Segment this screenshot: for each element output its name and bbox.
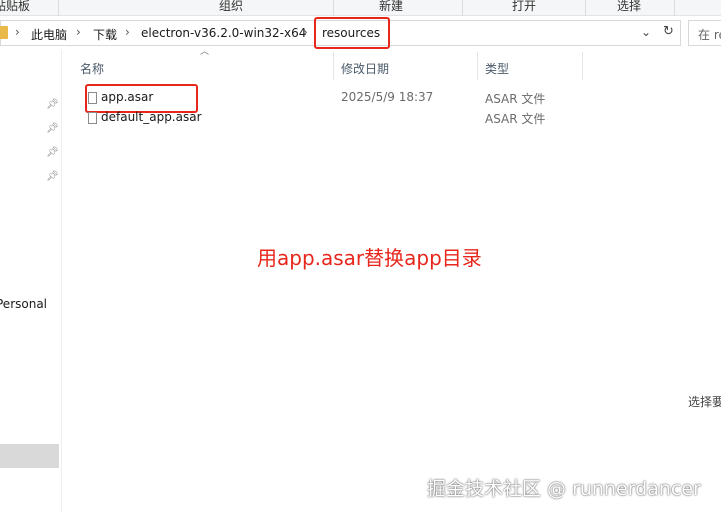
file-name-default-app-asar[interactable]: default_app.asar (101, 110, 202, 124)
chevron-right-icon[interactable]: › (76, 25, 81, 39)
breadcrumb-downloads[interactable]: 下载 (93, 26, 117, 43)
file-type: ASAR 文件 (485, 112, 546, 126)
ribbon-divider (58, 0, 59, 16)
chevron-right-icon: › (15, 25, 20, 39)
pin-icon: 📌︎ (46, 147, 59, 158)
watermark: 掘金技术社区 @ runnerdancer (427, 478, 701, 500)
breadcrumb-electron-folder[interactable]: electron-v36.2.0-win32-x64 (141, 26, 306, 40)
column-header-modified[interactable]: 修改日期 (341, 60, 389, 77)
column-header-name[interactable]: 名称 (80, 60, 104, 77)
search-placeholder: 在 re (698, 28, 721, 42)
ribbon-group-organize: 组织 (219, 0, 244, 13)
breadcrumb-this-pc[interactable]: 此电脑 (31, 26, 67, 43)
sort-ascending-icon: ︿ (200, 47, 210, 57)
file-modified: 2025/5/9 18:37 (341, 90, 434, 104)
ribbon-group-open: 打开 (512, 0, 537, 13)
chevron-right-icon[interactable]: › (125, 25, 130, 39)
file-type: ASAR 文件 (485, 92, 546, 106)
address-bar[interactable]: › 此电脑 › 下载 › electron-v36.2.0-win32-x64 … (0, 17, 681, 49)
annotation-text: 用app.asar替换app目录 (257, 246, 482, 270)
details-pane-text: 选择要 (688, 395, 721, 409)
highlight-box-app-asar (85, 84, 198, 113)
pin-icon: 📌︎ (46, 99, 59, 110)
column-divider[interactable] (477, 52, 478, 80)
ribbon-group-clipboard: 贴贴板 (0, 0, 31, 13)
folder-icon (0, 26, 8, 39)
pin-icon: 📌︎ (46, 171, 59, 182)
ribbon-divider (462, 0, 463, 16)
chevron-right-icon[interactable]: › (303, 25, 308, 39)
column-header-type[interactable]: 类型 (485, 60, 509, 77)
pin-icon: 📌︎ (46, 123, 59, 134)
ribbon-group-select: 选择 (617, 0, 642, 13)
ribbon-divider (585, 0, 586, 16)
file-icon (88, 112, 97, 124)
nav-item-selected[interactable] (0, 444, 59, 468)
column-divider[interactable] (333, 52, 334, 80)
ribbon-group-captions: 贴贴板 组织 新建 打开 选择 (0, 0, 721, 16)
column-divider[interactable] (582, 52, 583, 80)
ribbon-divider (333, 0, 334, 16)
chevron-down-icon[interactable]: ⌄ (641, 25, 651, 39)
nav-item-personal[interactable]: Personal (0, 297, 47, 311)
search-box[interactable]: 在 re (688, 20, 721, 46)
ribbon-divider (674, 0, 675, 16)
highlight-box-resources (314, 17, 390, 49)
ribbon-group-new: 新建 (379, 0, 404, 13)
navigation-pane: 📌︎ 📌︎ 📌︎ 📌︎ Personal (0, 50, 62, 512)
refresh-icon[interactable]: ↻ (663, 24, 674, 39)
